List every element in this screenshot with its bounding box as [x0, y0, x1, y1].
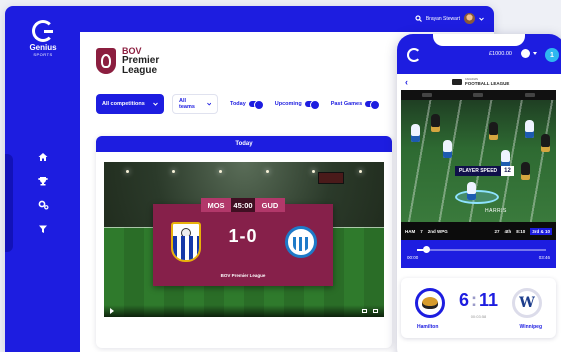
w-letter-icon: W [519, 295, 535, 311]
sidebar-active-indicator [5, 154, 13, 252]
mobile-header: £1000.00 1 [397, 34, 561, 74]
video-controls [104, 305, 384, 317]
away-team-code: GUD [255, 198, 285, 212]
cfl-logo: CANADIAN FOOTBALL LEAGUE [452, 78, 509, 86]
sidebar-item-settings[interactable] [35, 198, 51, 212]
away-club-crest [285, 222, 317, 262]
league-crest-logo [96, 48, 116, 74]
avatar[interactable] [464, 13, 475, 24]
stadium-scoreboard [318, 172, 344, 184]
back-arrow-icon[interactable]: ‹ [405, 77, 408, 87]
away-score: 11 [478, 290, 499, 310]
play-icon[interactable] [110, 308, 114, 314]
football-field: PLAYER SPEED 12 HARRIS [401, 100, 556, 222]
chevron-down-icon[interactable] [479, 17, 484, 21]
chevron-down-icon[interactable] [533, 52, 537, 55]
sidebar-item-filter[interactable] [35, 222, 51, 236]
brand-name: Genius [29, 43, 57, 52]
user-icon[interactable] [521, 49, 530, 58]
scorebar-away-score: 27 [494, 228, 500, 234]
away-team-name: Winnipeg [519, 324, 542, 330]
past-games-toggle[interactable]: Past Games [330, 100, 381, 110]
scorebar-away: 2nd WPG [427, 228, 448, 234]
league-title-line3: League [122, 65, 158, 76]
teams-dropdown[interactable]: All teams [172, 94, 218, 114]
settings-cog-icon [38, 200, 49, 210]
account-balance: £1000.00 [489, 51, 512, 57]
broadcast-scorebar: HAM 7 2nd WPG 27 4th 8:10 3rd & 10 [401, 222, 556, 240]
sidebar-item-competitions[interactable] [35, 174, 51, 188]
scorebar-down: 4th [504, 228, 512, 234]
winnipeg-logo: W [512, 288, 542, 318]
scorebar-home-score: 7 [420, 228, 423, 234]
phone-notch [433, 34, 525, 46]
notification-badge[interactable]: 1 [545, 48, 559, 62]
player-highlight-ring [455, 190, 499, 204]
match-score-overlay: MOS 45:00 GUD 1-0 BOV Premier League [153, 198, 333, 286]
filter-bar: All competitions All teams Today Upcomin… [96, 94, 381, 114]
genius-sports-logo[interactable]: Genius SPORTS [27, 20, 59, 57]
today-toggle[interactable]: Today [230, 100, 264, 110]
genius-logo-icon[interactable] [407, 48, 421, 62]
top-bar: Brayan Stewart [80, 6, 494, 32]
home-team-name: Hamilton [417, 324, 439, 330]
today-card-header: Today [96, 136, 392, 152]
scorebar-flag: 3rd & 10 [530, 227, 552, 235]
fullscreen-icon[interactable] [373, 309, 378, 313]
competitions-dropdown-label: All competitions [102, 101, 145, 107]
sidebar: Genius SPORTS [5, 6, 80, 352]
league-header: BOV Premier League [96, 46, 159, 76]
trophy-icon [38, 177, 48, 186]
mobile-app-phone: £1000.00 1 ‹ CANADIAN FOOTBALL LEAGUE PL… [397, 34, 561, 352]
player-speed-tag: PLAYER SPEED 12 [455, 166, 514, 176]
past-games-switch[interactable] [365, 100, 381, 110]
filter-icon [39, 225, 47, 233]
home-team-code: MOS [201, 198, 231, 212]
mobile-title-row: ‹ CANADIAN FOOTBALL LEAGUE [397, 74, 561, 90]
video-top-strip [401, 90, 556, 100]
overlay-league-name: BOV Premier League [220, 273, 266, 278]
score-strip: MOS 45:00 GUD [201, 198, 285, 212]
scorebar-clock: 8:10 [516, 228, 526, 234]
upcoming-toggle[interactable]: Upcoming [274, 100, 320, 110]
progress-track[interactable] [417, 246, 546, 253]
genius-logo-icon [32, 20, 54, 42]
player-speed-value: 12 [501, 166, 514, 176]
today-switch[interactable] [248, 100, 264, 110]
teams-dropdown-label: All teams [179, 98, 195, 110]
today-toggle-label: Today [230, 101, 246, 107]
player-speed-label: PLAYER SPEED [455, 166, 502, 176]
match-score-card[interactable]: 6:11 00:03:58 W Hamilton Winnipeg [401, 278, 556, 338]
football-video-player[interactable]: PLAYER SPEED 12 HARRIS HAM 7 2nd WPG 27 … [401, 90, 556, 240]
elapsed-time: 00:00 [407, 255, 419, 260]
chevron-down-icon [153, 102, 158, 106]
competitions-dropdown[interactable]: All competitions [96, 94, 164, 114]
user-menu[interactable]: Brayan Stewart [415, 13, 484, 24]
video-progress: 00:00 03:46 [401, 240, 556, 268]
total-time: 03:46 [538, 255, 550, 260]
settings-icon[interactable] [362, 309, 367, 313]
chevron-down-icon [206, 102, 211, 106]
scorebar-home: HAM [405, 228, 416, 234]
league-title: BOV Premier League [122, 46, 159, 76]
upcoming-switch[interactable] [304, 100, 320, 110]
user-name: Brayan Stewart [425, 15, 460, 22]
home-score: 6 [458, 290, 469, 310]
match-video-player[interactable]: MOS 45:00 GUD 1-0 BOV Premier League [104, 162, 384, 317]
cfl-logo-line2: FOOTBALL LEAGUE [465, 81, 510, 86]
progress-handle[interactable] [423, 246, 431, 253]
match-time: 45:00 [231, 198, 255, 212]
today-card: Today MOS 45:00 GUD 1-0 BOV Premier Leag… [96, 136, 392, 348]
sidebar-item-home[interactable] [35, 150, 51, 164]
home-icon [38, 153, 48, 161]
brand-sub: SPORTS [33, 52, 53, 57]
past-games-toggle-label: Past Games [330, 101, 363, 107]
search-icon[interactable] [415, 15, 422, 22]
upcoming-toggle-label: Upcoming [274, 101, 302, 107]
player-name: HARRIS [485, 208, 507, 214]
